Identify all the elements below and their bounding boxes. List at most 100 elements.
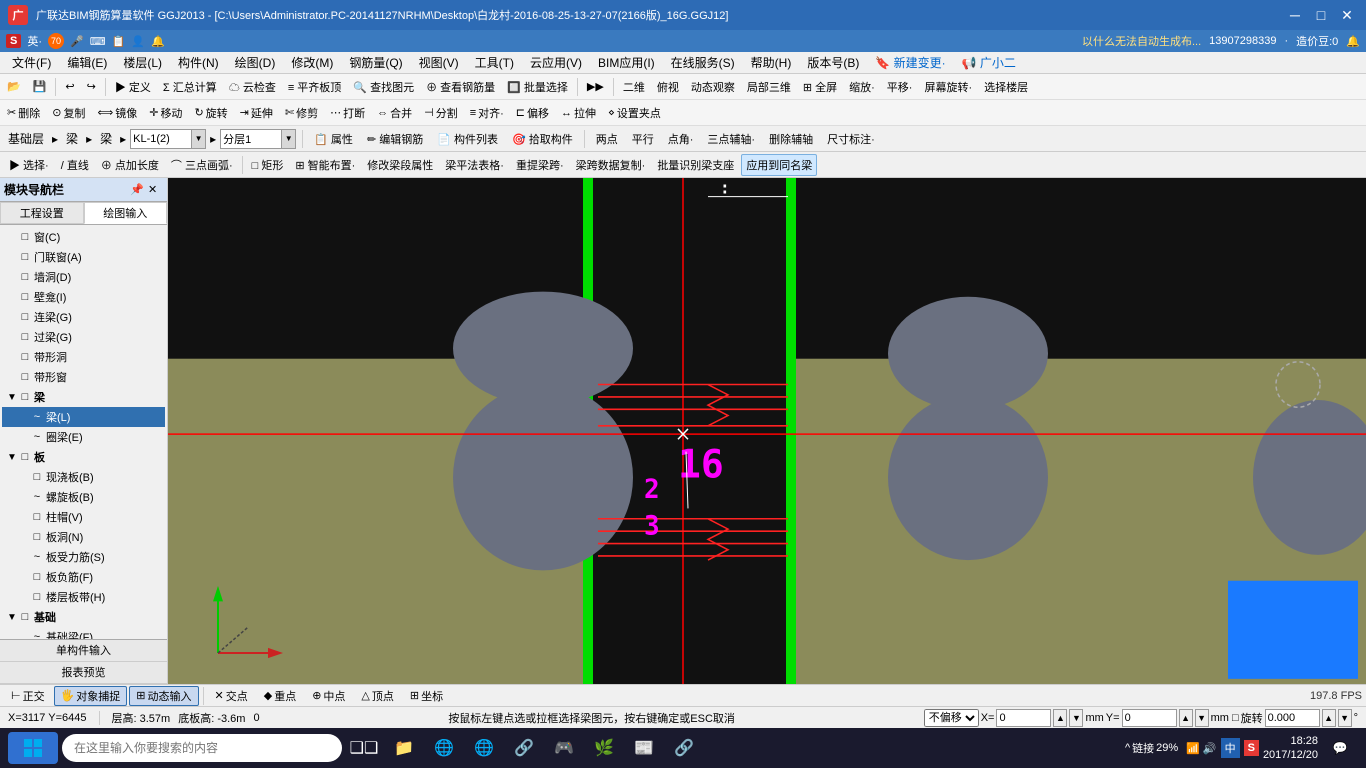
view-top-button[interactable]: 俯视 bbox=[652, 76, 684, 98]
stretch-button[interactable]: ↔ 拉伸 bbox=[556, 102, 601, 124]
parallel-button[interactable]: 平行 bbox=[627, 128, 659, 150]
pick-element-button[interactable]: 🎯 拾取构件 bbox=[507, 128, 578, 150]
snap-orthogonal-button[interactable]: ⊢ 正交 bbox=[4, 686, 52, 706]
move-button[interactable]: ✛ 移动 bbox=[144, 102, 187, 124]
open-button[interactable]: 📂 bbox=[2, 76, 26, 98]
tree-item-niche[interactable]: □ 壁龛(I) bbox=[2, 287, 165, 307]
menu-online[interactable]: 在线服务(S) bbox=[663, 52, 743, 73]
apply-same-name-button[interactable]: 应用到同名梁 bbox=[741, 154, 817, 176]
pan-button[interactable]: 平移· bbox=[882, 76, 918, 98]
tree-item-slab-rebar[interactable]: ~ 板受力筋(S) bbox=[2, 547, 165, 567]
snap-intersection-button[interactable]: ✕ 交点 bbox=[208, 686, 255, 706]
kl-input[interactable] bbox=[131, 130, 191, 148]
batch-identify-support-button[interactable]: 批量识别梁支座 bbox=[652, 154, 739, 176]
y-coord-input[interactable] bbox=[1122, 709, 1177, 727]
line-button[interactable]: / 直线 bbox=[56, 154, 94, 176]
menu-modify[interactable]: 修改(M) bbox=[283, 52, 341, 73]
menu-steel[interactable]: 钢筋量(Q) bbox=[341, 52, 410, 73]
edit-steel-button[interactable]: ✏ 编辑钢筋 bbox=[362, 128, 428, 150]
layer2-select[interactable]: ▼ bbox=[220, 129, 296, 149]
taskview-button[interactable]: ❑❑ bbox=[346, 730, 382, 766]
tree-item-band-window[interactable]: □ 带形窗 bbox=[2, 367, 165, 387]
menu-draw[interactable]: 绘图(D) bbox=[227, 52, 284, 73]
three-point-axis-button[interactable]: 三点辅轴· bbox=[702, 128, 760, 150]
tree-item-ring-beam[interactable]: ~ 圈梁(E) bbox=[2, 427, 165, 447]
layer2-input[interactable] bbox=[221, 130, 281, 148]
copy-button[interactable]: ⊙ 复制 bbox=[47, 102, 90, 124]
bias-select[interactable]: 不偏移 bbox=[924, 709, 979, 727]
cloud-check-button[interactable]: ☁ 云检查 bbox=[224, 76, 281, 98]
dynamic-view-button[interactable]: 动态观察 bbox=[686, 76, 740, 98]
snap-vertex-button[interactable]: △ 顶点 bbox=[354, 686, 400, 706]
point-angle-button[interactable]: 点角· bbox=[663, 128, 699, 150]
rotate-down-button[interactable]: ▼ bbox=[1338, 709, 1352, 727]
tree-item-spiral-slab[interactable]: ~ 螺旋板(B) bbox=[2, 487, 165, 507]
menu-newchange[interactable]: 🔖 新建变更· bbox=[867, 52, 953, 73]
snap-endpoint-button[interactable]: ◆ 重点 bbox=[257, 686, 303, 706]
mirror-button[interactable]: ⟺ 镜像 bbox=[92, 102, 142, 124]
extend-button[interactable]: ⇥ 延伸 bbox=[235, 102, 278, 124]
nav-close-button[interactable]: ✕ bbox=[147, 182, 163, 198]
delete-button[interactable]: ✂ 删除 bbox=[2, 102, 45, 124]
re-extract-span-button[interactable]: 重提梁跨· bbox=[511, 154, 569, 176]
tree-item-window[interactable]: □ 窗(C) bbox=[2, 227, 165, 247]
close-button[interactable]: ✕ bbox=[1336, 4, 1358, 26]
x-down-button[interactable]: ▼ bbox=[1069, 709, 1083, 727]
redo-button[interactable]: ↪ bbox=[82, 76, 101, 98]
tree-group-foundation[interactable]: ▼ □ 基础 bbox=[2, 607, 165, 627]
save-button[interactable]: 💾 bbox=[28, 76, 52, 98]
menu-version[interactable]: 版本号(B) bbox=[799, 52, 867, 73]
rotate-input[interactable] bbox=[1265, 709, 1320, 727]
minimize-button[interactable]: ─ bbox=[1284, 4, 1306, 26]
link-button[interactable]: 🔗 bbox=[506, 730, 542, 766]
calc-button[interactable]: Σ 汇总计算 bbox=[158, 76, 222, 98]
snap-object-button[interactable]: 🖐 对象捕捉 bbox=[54, 686, 128, 706]
delete-axis-button[interactable]: 删除辅轴 bbox=[764, 128, 818, 150]
grip-button[interactable]: ⋄ 设置夹点 bbox=[603, 102, 666, 124]
menu-tools[interactable]: 工具(T) bbox=[467, 52, 522, 73]
more-button[interactable]: ▶▶ bbox=[582, 76, 609, 98]
element-list-button[interactable]: 📄 构件列表 bbox=[432, 128, 503, 150]
tree-item-cast-slab[interactable]: □ 现浇板(B) bbox=[2, 467, 165, 487]
rotate-up-button[interactable]: ▲ bbox=[1322, 709, 1336, 727]
tree-item-wall-hole[interactable]: □ 墙洞(D) bbox=[2, 267, 165, 287]
edge-button1[interactable]: 🌐 bbox=[426, 730, 462, 766]
y-up-button[interactable]: ▲ bbox=[1179, 709, 1193, 727]
canvas-area[interactable]: 16 2 3 bbox=[168, 178, 1366, 684]
notification-button[interactable]: 💬 bbox=[1322, 730, 1358, 766]
layer2-dropdown[interactable]: ▼ bbox=[281, 130, 295, 148]
offset-button[interactable]: ⊏ 偏移 bbox=[511, 102, 554, 124]
two-point-button[interactable]: 两点 bbox=[591, 128, 623, 150]
align-top-button[interactable]: ≡ 平齐板顶 bbox=[283, 76, 346, 98]
find-elem-button[interactable]: 🔍 查找图元 bbox=[348, 76, 419, 98]
trim-button[interactable]: ✄ 修剪 bbox=[280, 102, 323, 124]
lang-indicator[interactable]: 中 bbox=[1221, 738, 1240, 758]
menu-help[interactable]: 帮助(H) bbox=[743, 52, 800, 73]
modify-span-prop-button[interactable]: 修改梁段属性 bbox=[362, 154, 438, 176]
y-down-button[interactable]: ▼ bbox=[1195, 709, 1209, 727]
start-button[interactable] bbox=[8, 732, 58, 764]
menu-view[interactable]: 视图(V) bbox=[411, 52, 467, 73]
tree-item-slab-hole[interactable]: □ 板洞(N) bbox=[2, 527, 165, 547]
align-button[interactable]: ≡ 对齐· bbox=[465, 102, 509, 124]
grass-button[interactable]: 🌿 bbox=[586, 730, 622, 766]
arc-button[interactable]: ⌒ 三点画弧· bbox=[166, 154, 238, 176]
beam-table-button[interactable]: 梁平法表格· bbox=[440, 154, 509, 176]
rect-button[interactable]: □ 矩形 bbox=[247, 154, 289, 176]
menu-floor[interactable]: 楼层(L) bbox=[115, 52, 170, 73]
single-element-input-button[interactable]: 单构件输入 bbox=[0, 640, 167, 662]
menu-bim[interactable]: BIM应用(I) bbox=[590, 52, 663, 73]
tab-draw-input[interactable]: 绘图输入 bbox=[84, 202, 168, 224]
tree-item-floor-band[interactable]: □ 楼层板带(H) bbox=[2, 587, 165, 607]
select-draw-button[interactable]: ▶ 选择· bbox=[4, 154, 54, 176]
property-button[interactable]: 📋 属性 bbox=[309, 128, 358, 150]
batch-select-button[interactable]: 🔲 批量选择 bbox=[502, 76, 573, 98]
smart-arrange-button[interactable]: ⊞ 智能布置· bbox=[290, 154, 360, 176]
snap-midpoint-button[interactable]: ⊕ 中点 bbox=[305, 686, 352, 706]
taskbar-search-input[interactable] bbox=[62, 734, 342, 762]
x-up-button[interactable]: ▲ bbox=[1053, 709, 1067, 727]
maximize-button[interactable]: □ bbox=[1310, 4, 1332, 26]
view-steel-button[interactable]: ⊕ 查看钢筋量 bbox=[421, 76, 500, 98]
tree-item-slab-neg[interactable]: □ 板负筋(F) bbox=[2, 567, 165, 587]
tree-group-beam[interactable]: ▼ □ 梁 bbox=[2, 387, 165, 407]
